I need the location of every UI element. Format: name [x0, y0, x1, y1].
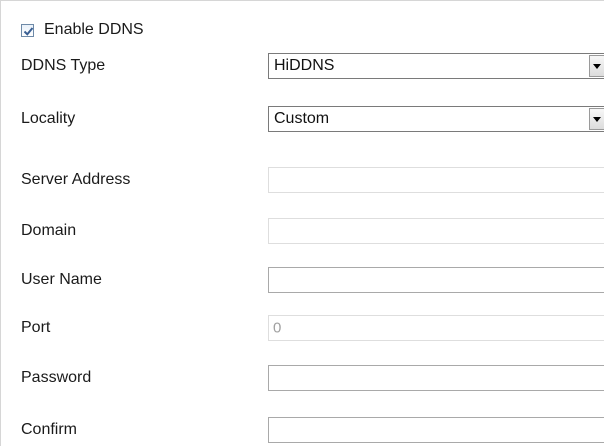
- locality-value: Custom: [274, 110, 330, 127]
- locality-dropdown-button[interactable]: [589, 108, 604, 130]
- enable-ddns-row: Enable DDNS: [21, 19, 144, 41]
- user-name-row: User Name: [21, 265, 604, 295]
- ddns-settings-panel: Enable DDNS DDNS Type HiDDNS Locality Cu…: [0, 0, 604, 446]
- check-icon: [23, 26, 34, 36]
- ddns-type-value: HiDDNS: [274, 57, 335, 74]
- locality-select[interactable]: Custom: [268, 106, 604, 132]
- chevron-down-icon: [593, 116, 601, 122]
- confirm-row: Confirm: [21, 415, 604, 445]
- ddns-type-row: DDNS Type HiDDNS: [21, 51, 604, 81]
- enable-ddns-checkbox[interactable]: [21, 23, 34, 37]
- port-label: Port: [21, 319, 51, 336]
- server-address-input[interactable]: [268, 167, 604, 193]
- server-address-label: Server Address: [21, 171, 131, 188]
- port-value: 0: [273, 319, 282, 337]
- ddns-type-label: DDNS Type: [21, 57, 106, 74]
- domain-input[interactable]: [268, 218, 604, 244]
- port-row: Port 0: [21, 313, 604, 343]
- user-name-label: User Name: [21, 271, 102, 288]
- port-input[interactable]: 0: [268, 315, 604, 341]
- domain-row: Domain: [21, 216, 604, 246]
- ddns-type-dropdown-button[interactable]: [589, 55, 604, 77]
- confirm-input[interactable]: [268, 417, 604, 443]
- locality-label: Locality: [21, 110, 76, 127]
- domain-label: Domain: [21, 222, 77, 239]
- confirm-label: Confirm: [21, 421, 78, 438]
- enable-ddns-label: Enable DDNS: [44, 21, 144, 38]
- chevron-down-icon: [593, 63, 601, 69]
- server-address-row: Server Address: [21, 165, 604, 195]
- locality-row: Locality Custom: [21, 104, 604, 134]
- password-label: Password: [21, 369, 92, 386]
- ddns-type-select[interactable]: HiDDNS: [268, 53, 604, 79]
- password-input[interactable]: [268, 365, 604, 391]
- password-row: Password: [21, 363, 604, 393]
- user-name-input[interactable]: [268, 267, 604, 293]
